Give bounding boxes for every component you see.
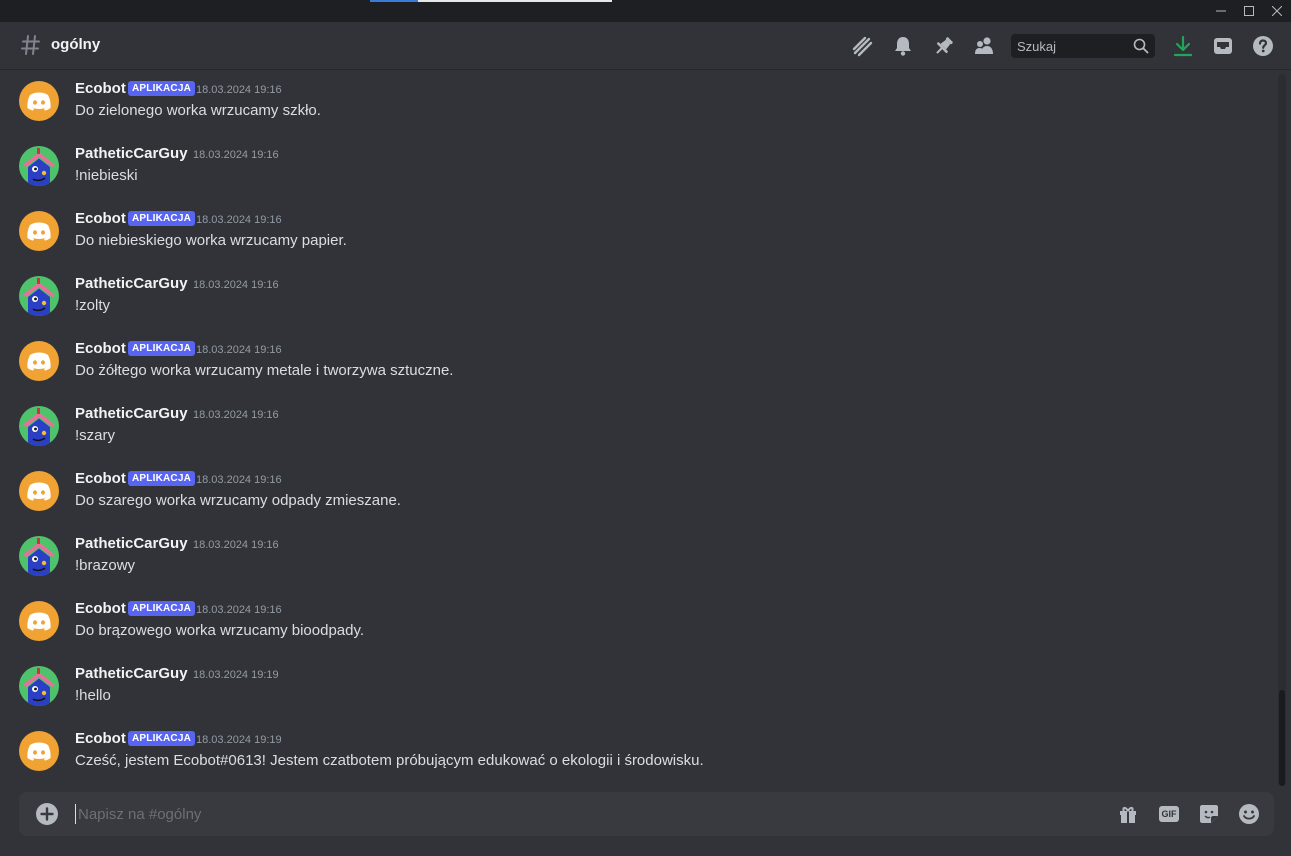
app-badge: APLIKACJA bbox=[128, 211, 196, 226]
message-timestamp[interactable]: 18.03.2024 19:16 bbox=[196, 604, 282, 616]
search-input[interactable] bbox=[1011, 34, 1129, 58]
message-author[interactable]: Ecobot bbox=[75, 80, 126, 97]
message-item[interactable]: Ecobot APLIKACJA 18.03.2024 19:16 Do żółteg… bbox=[0, 336, 1270, 396]
message-timestamp[interactable]: 18.03.2024 19:16 bbox=[196, 474, 282, 486]
message-content: Do żółtego worka wrzucamy metale i tworz… bbox=[75, 362, 454, 379]
app-badge: APLIKACJA bbox=[128, 471, 196, 486]
channel-title: ogólny bbox=[51, 36, 101, 53]
message-author[interactable]: Ecobot bbox=[75, 470, 126, 487]
message-content: Do niebieskiego worka wrzucamy papier. bbox=[75, 232, 347, 249]
search-box[interactable] bbox=[1011, 34, 1155, 58]
user-avatar[interactable] bbox=[19, 536, 59, 576]
titlebar-highlight bbox=[418, 0, 612, 2]
message-content: Do zielonego worka wrzucamy szkło. bbox=[75, 102, 321, 119]
message-author[interactable]: Ecobot bbox=[75, 730, 126, 747]
message-content: !szary bbox=[75, 427, 116, 444]
message-content: Cześć, jestem Ecobot#0613! Jestem czatbo… bbox=[75, 752, 704, 769]
message-author[interactable]: Ecobot bbox=[75, 600, 126, 617]
hashtag-icon bbox=[20, 34, 42, 56]
message-timestamp[interactable]: 18.03.2024 19:16 bbox=[193, 279, 279, 291]
user-avatar[interactable] bbox=[19, 406, 59, 446]
message-list: Ecobot APLIKACJA 18.03.2024 19:16 Do zielon… bbox=[0, 71, 1276, 786]
members-icon[interactable] bbox=[972, 34, 996, 58]
message-input[interactable] bbox=[75, 804, 1105, 824]
message-timestamp[interactable]: 18.03.2024 19:16 bbox=[193, 149, 279, 161]
message-content: !hello bbox=[75, 687, 111, 704]
bot-avatar[interactable] bbox=[19, 471, 59, 511]
message-item[interactable]: PatheticCarGuy 18.03.2024 19:16 !szary bbox=[0, 401, 1270, 461]
message-author[interactable]: PatheticCarGuy bbox=[75, 665, 188, 682]
message-item[interactable]: PatheticCarGuy 18.03.2024 19:19 !hello bbox=[0, 661, 1270, 721]
bot-avatar[interactable] bbox=[19, 211, 59, 251]
maximize-icon[interactable] bbox=[1234, 0, 1264, 22]
message-content: !niebieski bbox=[75, 167, 138, 184]
minimize-icon[interactable] bbox=[1206, 0, 1236, 22]
message-content: Do brązowego worka wrzucamy bioodpady. bbox=[75, 622, 365, 639]
app-badge: APLIKACJA bbox=[128, 601, 196, 616]
channel-header: ogólny bbox=[0, 22, 1291, 70]
message-composer: GIF bbox=[19, 792, 1274, 836]
bot-avatar[interactable] bbox=[19, 601, 59, 641]
message-author[interactable]: PatheticCarGuy bbox=[75, 275, 188, 292]
message-timestamp[interactable]: 18.03.2024 19:19 bbox=[196, 734, 282, 746]
user-avatar[interactable] bbox=[19, 146, 59, 186]
app-badge: APLIKACJA bbox=[128, 81, 196, 96]
pin-icon[interactable] bbox=[932, 34, 956, 58]
gift-icon[interactable] bbox=[1116, 802, 1140, 826]
message-item[interactable]: Ecobot APLIKACJA 18.03.2024 19:16 Do brązow… bbox=[0, 596, 1270, 656]
app-badge: APLIKACJA bbox=[128, 341, 196, 356]
message-content: Do szarego worka wrzucamy odpady zmiesza… bbox=[75, 492, 401, 509]
bot-avatar[interactable] bbox=[19, 81, 59, 121]
titlebar-accent bbox=[370, 0, 418, 2]
message-timestamp[interactable]: 18.03.2024 19:16 bbox=[193, 409, 279, 421]
user-avatar[interactable] bbox=[19, 276, 59, 316]
message-author[interactable]: Ecobot bbox=[75, 210, 126, 227]
message-timestamp[interactable]: 18.03.2024 19:16 bbox=[196, 84, 282, 96]
message-author[interactable]: PatheticCarGuy bbox=[75, 145, 188, 162]
close-icon[interactable] bbox=[1262, 0, 1291, 22]
message-timestamp[interactable]: 18.03.2024 19:16 bbox=[196, 344, 282, 356]
user-avatar[interactable] bbox=[19, 666, 59, 706]
message-item[interactable]: PatheticCarGuy 18.03.2024 19:16 !zolty bbox=[0, 271, 1270, 331]
message-author[interactable]: PatheticCarGuy bbox=[75, 405, 188, 422]
message-timestamp[interactable]: 18.03.2024 19:16 bbox=[196, 214, 282, 226]
sticker-icon[interactable] bbox=[1197, 802, 1221, 826]
message-author[interactable]: Ecobot bbox=[75, 340, 126, 357]
bot-avatar[interactable] bbox=[19, 341, 59, 381]
message-item[interactable]: Ecobot APLIKACJA 18.03.2024 19:19 Cześć, je… bbox=[0, 726, 1270, 786]
app-badge: APLIKACJA bbox=[128, 731, 196, 746]
message-author[interactable]: PatheticCarGuy bbox=[75, 535, 188, 552]
search-icon bbox=[1133, 38, 1149, 54]
bottom-strip bbox=[0, 836, 1291, 856]
threads-icon[interactable] bbox=[850, 34, 874, 58]
download-icon[interactable] bbox=[1171, 34, 1195, 58]
emoji-icon[interactable] bbox=[1237, 802, 1261, 826]
gif-label: GIF bbox=[1159, 806, 1179, 822]
scrollbar-thumb[interactable] bbox=[1279, 690, 1285, 786]
bot-avatar[interactable] bbox=[19, 731, 59, 771]
message-timestamp[interactable]: 18.03.2024 19:19 bbox=[193, 669, 279, 681]
message-item[interactable]: Ecobot APLIKACJA 18.03.2024 19:16 Do niebie… bbox=[0, 206, 1270, 266]
add-attachment-icon[interactable] bbox=[35, 802, 59, 826]
message-item[interactable]: Ecobot APLIKACJA 18.03.2024 19:16 Do szareg… bbox=[0, 466, 1270, 526]
help-icon[interactable] bbox=[1251, 34, 1275, 58]
gif-button[interactable]: GIF bbox=[1157, 802, 1181, 826]
message-content: !brazowy bbox=[75, 557, 136, 574]
message-item[interactable]: Ecobot APLIKACJA 18.03.2024 19:16 Do zielon… bbox=[0, 76, 1270, 136]
window-titlebar bbox=[0, 0, 1291, 22]
message-content: !zolty bbox=[75, 297, 111, 314]
message-item[interactable]: PatheticCarGuy 18.03.2024 19:16 !brazowy bbox=[0, 531, 1270, 591]
inbox-icon[interactable] bbox=[1211, 34, 1235, 58]
scrollbar-track[interactable] bbox=[1278, 74, 1286, 786]
bell-icon[interactable] bbox=[891, 34, 915, 58]
message-item[interactable]: PatheticCarGuy 18.03.2024 19:16 !niebieski bbox=[0, 141, 1270, 201]
message-timestamp[interactable]: 18.03.2024 19:16 bbox=[193, 539, 279, 551]
